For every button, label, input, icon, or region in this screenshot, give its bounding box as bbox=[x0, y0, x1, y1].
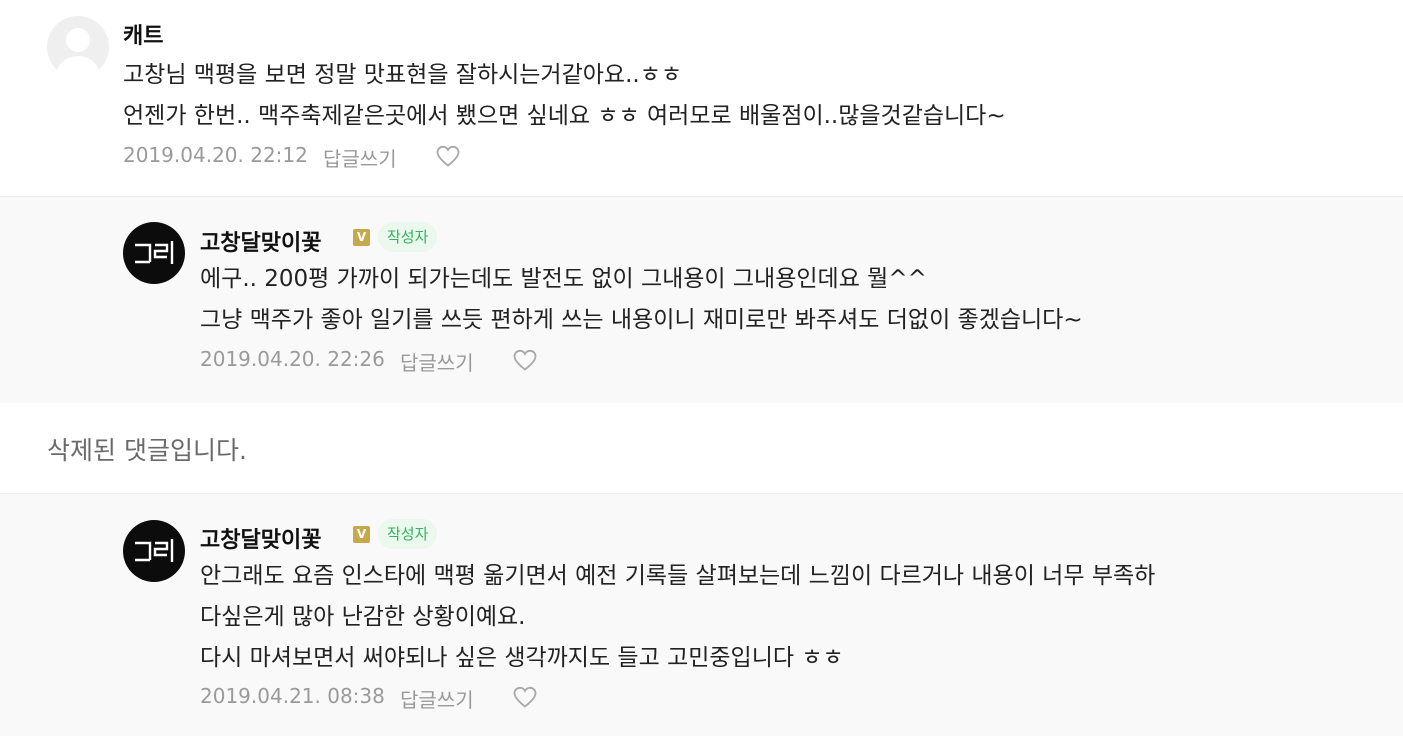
comment-thread: 캐트 고창님 맥평을 보면 정말 맛표현을 잘하시는거같아요..ㅎㅎ 언젠가 한… bbox=[0, 0, 1403, 736]
comment-date: 2019.04.21. 08:38 bbox=[200, 684, 385, 708]
verified-badge-icon: V bbox=[353, 229, 370, 246]
gochang-logo-icon[interactable] bbox=[123, 222, 185, 284]
reply-item: 고창달맞이꽃 V 작성자 에구.. 200평 가까이 되가는데도 발전도 없이 … bbox=[0, 196, 1403, 403]
comment-body: 고창님 맥평을 보면 정말 맛표현을 잘하시는거같아요..ㅎㅎ 언젠가 한번..… bbox=[123, 55, 1006, 137]
comment-line: 다시 마셔보면서 써야되나 싶은 생각까지도 들고 고민중입니다 ㅎㅎ bbox=[200, 645, 844, 671]
writer-tag: 작성자 bbox=[378, 519, 438, 549]
comment-author[interactable]: 고창달맞이꽃 bbox=[200, 225, 321, 257]
comment-date: 2019.04.20. 22:12 bbox=[123, 143, 308, 167]
comment-body: 안그래도 요즘 인스타에 맥평 옮기면서 예전 기록들 살펴보는데 느낌이 다르… bbox=[200, 556, 1155, 679]
comment-item: 캐트 고창님 맥평을 보면 정말 맛표현을 잘하시는거같아요..ㅎㅎ 언젠가 한… bbox=[0, 0, 1403, 196]
comment-line: 안그래도 요즘 인스타에 맥평 옮기면서 예전 기록들 살펴보는데 느낌이 다르… bbox=[200, 563, 1156, 589]
comment-line: 언젠가 한번.. 맥주축제같은곳에서 뵀으면 싶네요 ㅎㅎ 여러모로 배울점이.… bbox=[123, 103, 1006, 129]
heart-outline-icon[interactable] bbox=[512, 348, 538, 377]
comment-author[interactable]: 캐트 bbox=[123, 18, 163, 50]
reply-button[interactable]: 답글쓰기 bbox=[323, 143, 397, 172]
comment-body: 에구.. 200평 가까이 되가는데도 발전도 없이 그내용이 그내용인데요 뭘… bbox=[200, 259, 1083, 341]
deleted-comment: 삭제된 댓글입니다. bbox=[0, 403, 1403, 492]
deleted-comment-text: 삭제된 댓글입니다. bbox=[47, 436, 247, 465]
writer-tag: 작성자 bbox=[378, 222, 438, 252]
heart-outline-icon[interactable] bbox=[512, 685, 538, 714]
comment-date: 2019.04.20. 22:26 bbox=[200, 347, 385, 371]
reply-button[interactable]: 답글쓰기 bbox=[400, 347, 474, 376]
comment-line: 에구.. 200평 가까이 되가는데도 발전도 없이 그내용이 그내용인데요 뭘… bbox=[200, 266, 927, 292]
default-user-icon[interactable] bbox=[47, 16, 109, 78]
comment-line: 그냥 맥주가 좋아 일기를 쓰듯 편하게 쓰는 내용이니 재미로만 봐주셔도 더… bbox=[200, 307, 1083, 333]
comment-author[interactable]: 고창달맞이꽃 bbox=[200, 522, 321, 554]
reply-item: 고창달맞이꽃 V 작성자 안그래도 요즘 인스타에 맥평 옮기면서 예전 기록들… bbox=[0, 493, 1403, 736]
gochang-logo-icon[interactable] bbox=[123, 520, 185, 582]
comment-line: 고창님 맥평을 보면 정말 맛표현을 잘하시는거같아요..ㅎㅎ bbox=[123, 62, 683, 88]
reply-button[interactable]: 답글쓰기 bbox=[400, 684, 474, 713]
heart-outline-icon[interactable] bbox=[435, 144, 461, 173]
comment-line: 다싶은게 많아 난감한 상황이예요. bbox=[200, 604, 526, 630]
verified-badge-icon: V bbox=[353, 526, 370, 543]
